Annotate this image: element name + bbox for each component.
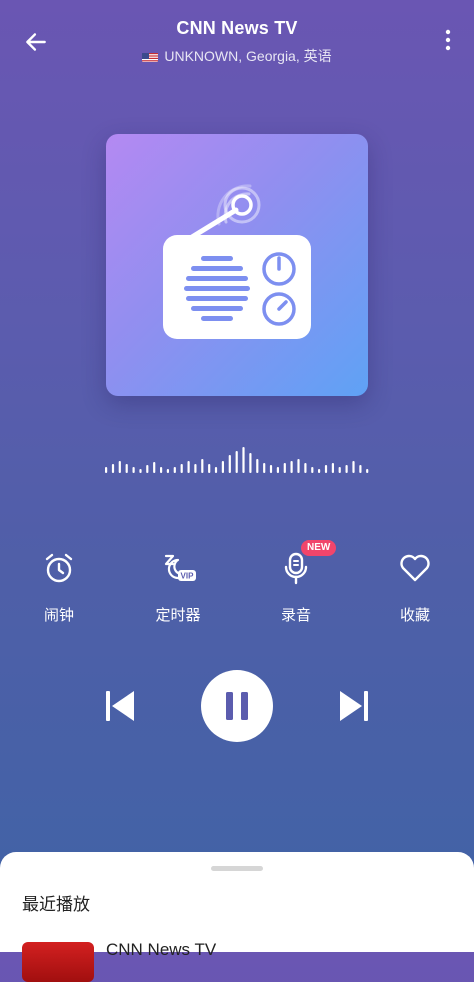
recent-list-item[interactable]: CNN News TV: [22, 940, 452, 982]
visualizer-bar: [139, 469, 142, 473]
station-location: UNKNOWN, Georgia, 英语: [164, 48, 332, 64]
feature-row: 闹钟 VIP 定时器 NEW 录音 收藏: [0, 540, 474, 628]
station-artwork: [106, 134, 368, 396]
visualizer-bar: [324, 465, 328, 473]
visualizer-bar: [276, 467, 279, 473]
skip-previous-icon: [106, 691, 134, 721]
recent-station-name: CNN News TV: [106, 940, 217, 959]
visualizer-bar: [311, 467, 314, 473]
sheet-drag-handle[interactable]: [211, 866, 263, 871]
visualizer-bar: [228, 455, 231, 473]
visualizer-bar: [201, 459, 204, 473]
audio-visualizer: [105, 447, 369, 473]
station-subtitle: UNKNOWN, Georgia, 英语: [0, 46, 474, 66]
sleep-timer-label: 定时器: [155, 607, 201, 624]
radio-icon: [163, 184, 311, 339]
visualizer-bar: [345, 465, 348, 473]
visualizer-bar: [359, 465, 362, 473]
sleep-timer-vip-icon: VIP: [164, 554, 196, 581]
visualizer-bar: [208, 464, 211, 473]
record-label: 录音: [280, 607, 311, 624]
visualizer-bar: [125, 464, 128, 473]
visualizer-bar: [290, 461, 293, 473]
visualizer-bar: [338, 467, 341, 473]
sleep-timer-button[interactable]: VIP 定时器: [133, 548, 223, 628]
visualizer-bar: [352, 461, 355, 473]
visualizer-bar: [118, 461, 121, 473]
visualizer-bar: [146, 465, 149, 473]
pause-icon: [226, 692, 248, 720]
visualizer-bar: [263, 463, 266, 473]
visualizer-bar: [153, 462, 156, 473]
visualizer-bar: [249, 453, 252, 473]
visualizer-bar: [283, 463, 286, 473]
visualizer-bar: [242, 447, 245, 473]
visualizer-bar: [318, 469, 321, 473]
pause-button[interactable]: [201, 670, 273, 742]
visualizer-bar: [105, 467, 108, 473]
station-thumbnail: [22, 942, 94, 982]
recent-sheet[interactable]: 最近播放 CNN News TV: [0, 852, 474, 982]
visualizer-bar: [187, 461, 190, 473]
visualizer-bar: [111, 464, 115, 473]
visualizer-bar: [304, 463, 307, 473]
previous-button[interactable]: [102, 688, 138, 724]
recent-title: 最近播放: [22, 895, 90, 914]
us-flag-icon: [142, 51, 159, 62]
visualizer-bar: [166, 469, 169, 473]
visualizer-bar: [132, 467, 135, 473]
record-button[interactable]: NEW 录音: [251, 540, 341, 628]
visualizer-bar: [366, 469, 369, 473]
alarm-clock-icon: [45, 553, 73, 583]
visualizer-bar: [221, 461, 224, 473]
heart-icon: [400, 554, 430, 582]
visualizer-bar: [214, 467, 218, 473]
visualizer-bar: [160, 467, 163, 473]
favorite-label: 收藏: [399, 607, 430, 624]
vip-badge-text: VIP: [181, 572, 195, 581]
visualizer-bar: [269, 465, 273, 473]
microphone-icon: [284, 552, 308, 585]
visualizer-bar: [331, 463, 334, 473]
more-vertical-icon: [445, 29, 451, 51]
visualizer-bar: [297, 459, 300, 473]
visualizer-bar: [235, 451, 238, 473]
favorite-button[interactable]: 收藏: [370, 548, 460, 628]
station-title: CNN News TV: [176, 18, 298, 38]
top-bar: CNN News TV UNKNOWN, Georgia, 英语: [0, 0, 474, 80]
alarm-button[interactable]: 闹钟: [14, 548, 104, 628]
alarm-label: 闹钟: [43, 607, 74, 624]
skip-next-icon: [340, 691, 368, 721]
visualizer-bar: [256, 459, 259, 473]
visualizer-bar: [180, 464, 183, 473]
visualizer-bar: [173, 467, 176, 473]
more-options-button[interactable]: [434, 22, 462, 58]
visualizer-bar: [194, 464, 197, 473]
playback-controls: [0, 670, 474, 742]
next-button[interactable]: [336, 688, 372, 724]
